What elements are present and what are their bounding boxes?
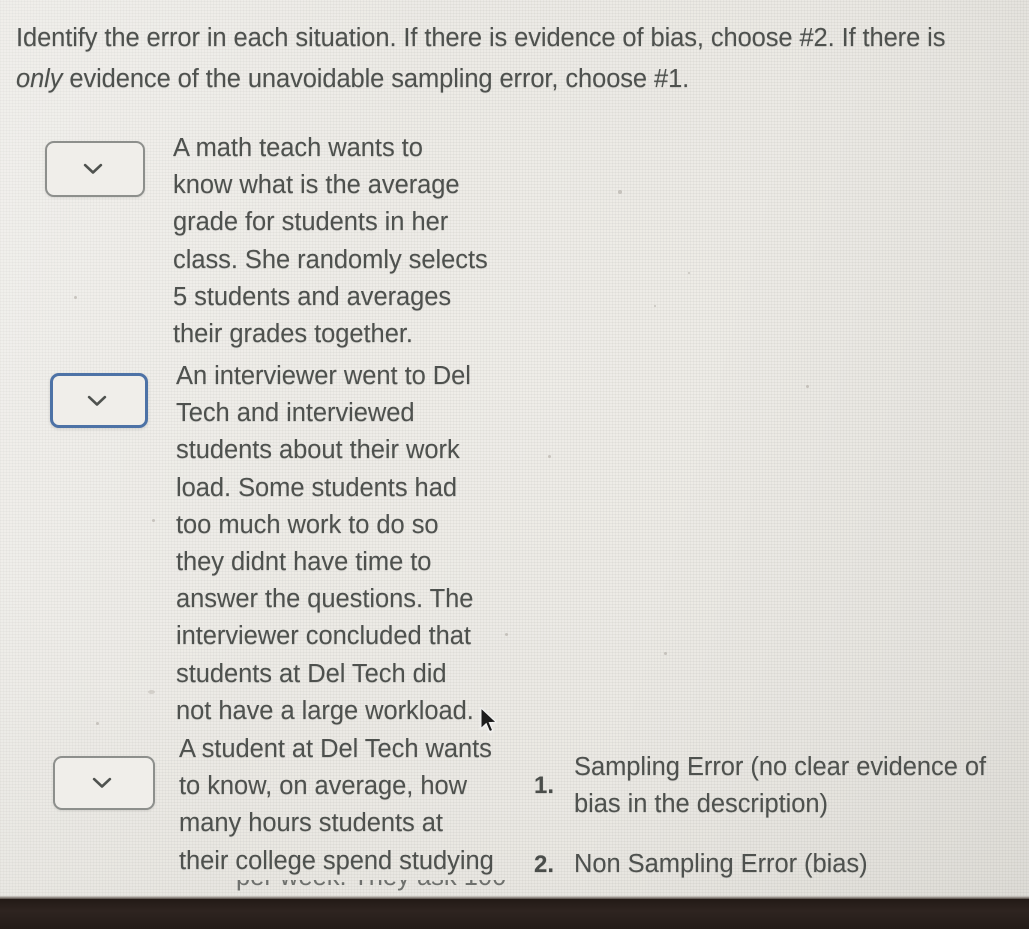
answer-option-1-number: 1. (534, 772, 555, 800)
instructions-line-1: Identify the error in each situation. If… (16, 24, 946, 52)
question-text-3: A student at Del Tech wants to know, on … (179, 735, 494, 875)
chevron-down-icon (87, 395, 107, 406)
answer-option-1[interactable]: 1. Sampling Error (no clear evidence of … (534, 749, 1014, 823)
instructions-line-2: evidence of the unavoidable sampling err… (62, 65, 690, 93)
answer-select-1[interactable] (45, 141, 145, 197)
question-text-1: A math teach wants to know what is the a… (173, 134, 488, 349)
chevron-down-icon (83, 163, 103, 175)
screenshot-root: Identify the error in each situation. If… (0, 0, 1029, 929)
answer-option-1-label: Sampling Error (no clear evidence of bia… (574, 753, 987, 819)
answer-select-3[interactable] (53, 756, 155, 810)
answer-option-2-label: Non Sampling Error (bias) (574, 850, 868, 878)
answer-option-2[interactable]: 2. Non Sampling Error (bias) (534, 846, 1014, 883)
clipped-question-text: per week. They ask 100 (236, 880, 556, 896)
instructions-emphasis: only (16, 65, 63, 93)
question-text-2: An interviewer went to Del Tech and inte… (176, 362, 474, 725)
instructions-text: Identify the error in each situation. If… (16, 18, 1001, 100)
answer-select-2[interactable] (50, 373, 148, 428)
chevron-down-icon (92, 777, 112, 789)
answer-option-2-number: 2. (534, 850, 555, 878)
screen-bezel (0, 899, 1029, 929)
